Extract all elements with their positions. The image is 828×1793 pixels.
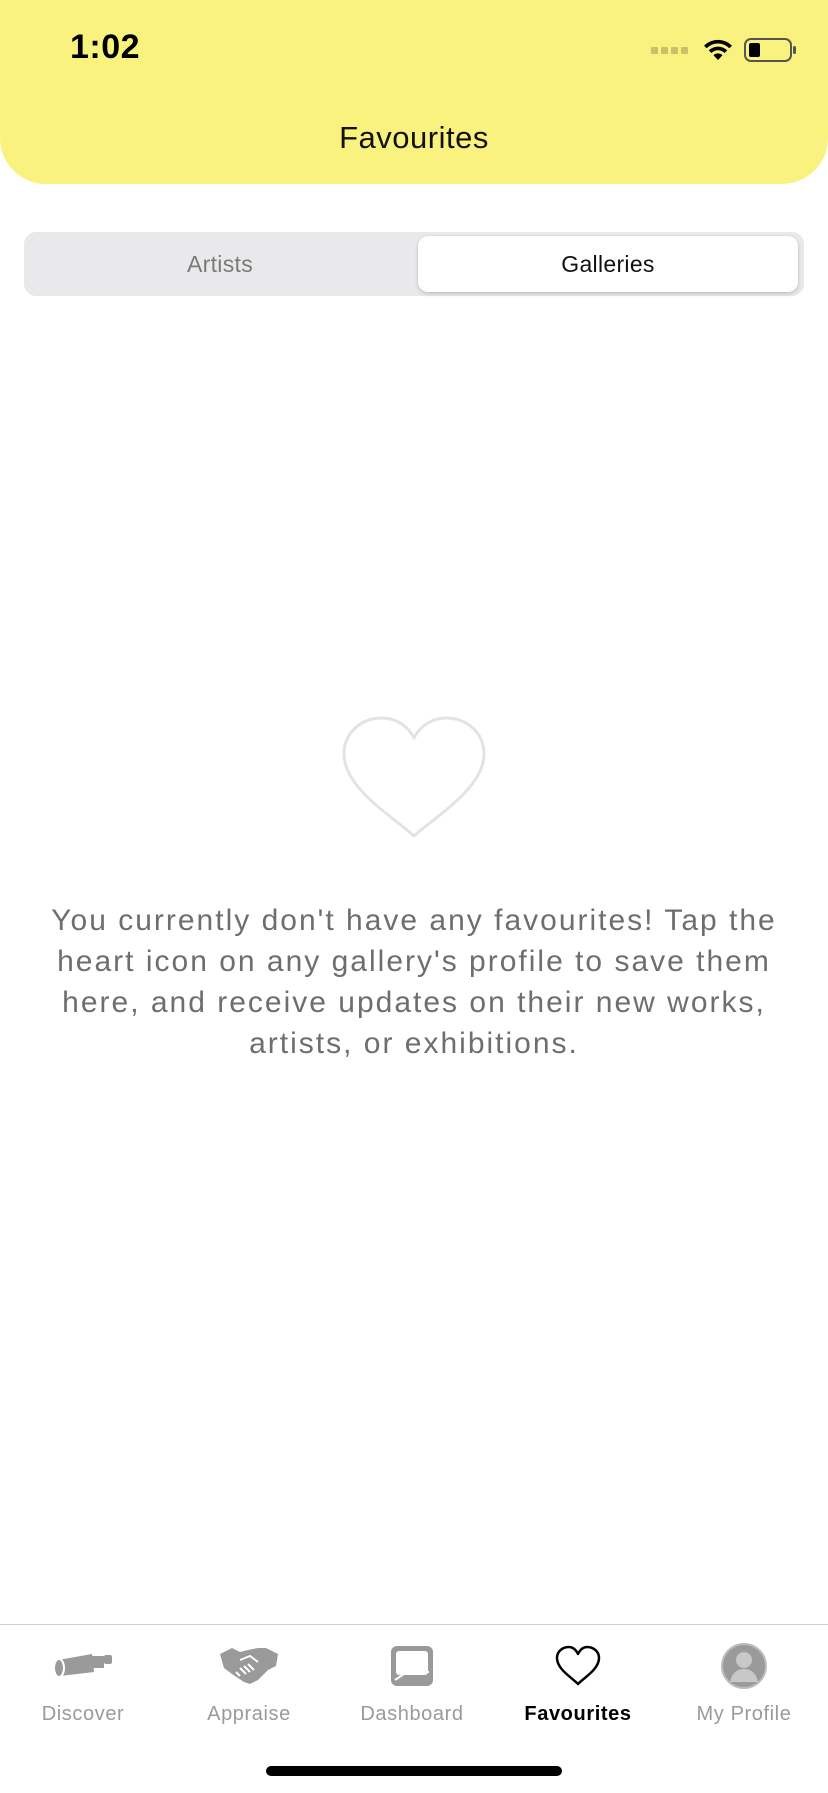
dashboard-icon <box>391 1646 433 1686</box>
home-indicator <box>266 1766 562 1776</box>
wifi-icon <box>704 39 732 60</box>
heart-outline-icon <box>342 716 486 838</box>
segment-galleries[interactable]: Galleries <box>418 236 798 292</box>
tab-my-profile[interactable]: My Profile <box>661 1641 827 1741</box>
header-bar: 1:02 Favourites <box>0 0 828 184</box>
heart-icon <box>555 1645 601 1686</box>
tab-label: My Profile <box>696 1703 792 1725</box>
tab-appraise[interactable]: Appraise <box>166 1641 332 1741</box>
status-icons <box>651 36 798 64</box>
status-time: 1:02 <box>70 28 141 66</box>
page-title: Favourites <box>339 120 489 155</box>
handshake-icon <box>220 1648 278 1684</box>
tab-dashboard[interactable]: Dashboard <box>329 1641 495 1741</box>
signal-icon <box>651 46 688 54</box>
tab-label: Dashboard <box>360 1703 464 1725</box>
empty-state-message: You currently don't have any favourites!… <box>51 904 777 1060</box>
tab-favourites[interactable]: Favourites <box>495 1641 661 1741</box>
telescope-icon <box>53 1654 112 1678</box>
tab-label: Discover <box>41 1703 125 1725</box>
profile-icon <box>721 1643 767 1689</box>
segment-artists[interactable]: Artists <box>28 236 412 292</box>
segmented-control: Artists Galleries <box>24 232 804 296</box>
tab-discover[interactable]: Discover <box>0 1641 166 1741</box>
tab-label: Appraise <box>207 1703 291 1725</box>
tab-label: Favourites <box>524 1703 632 1725</box>
battery-icon <box>744 38 796 62</box>
